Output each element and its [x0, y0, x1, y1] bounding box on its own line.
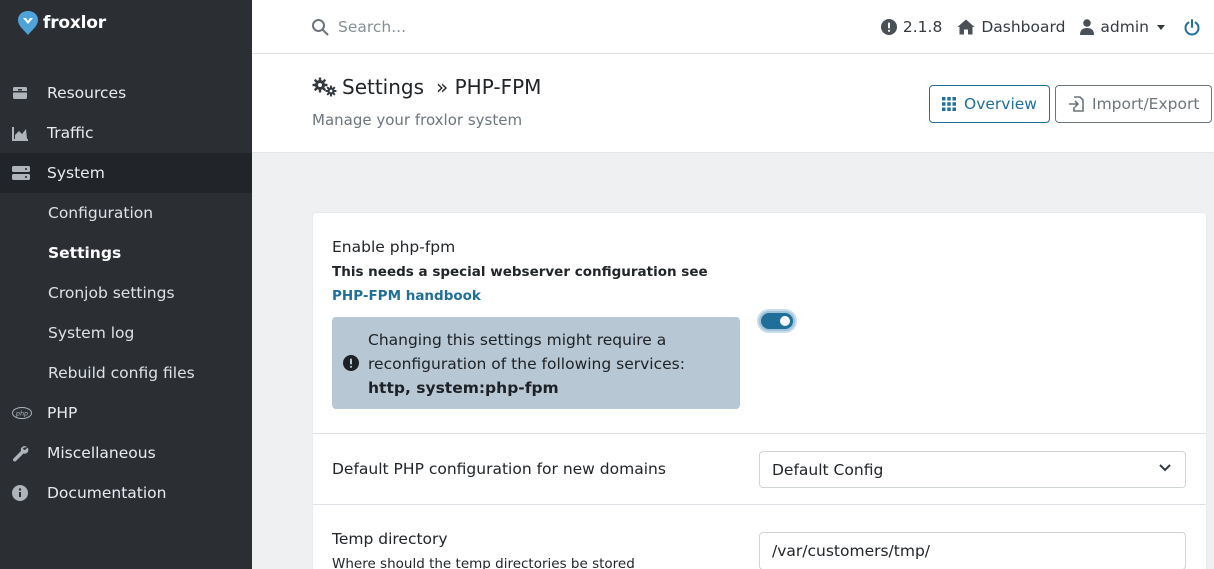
setting-label: Default PHP configuration for new domain… [332, 460, 666, 478]
sidebar-item-system[interactable]: System [0, 153, 252, 193]
search-icon [312, 19, 329, 36]
grid-icon [942, 97, 956, 111]
top-right-menu: 2.1.8 Dashboard admin [880, 12, 1200, 42]
overview-button[interactable]: Overview [929, 85, 1050, 123]
import-export-button[interactable]: Import/Export [1055, 85, 1213, 123]
version-indicator[interactable]: 2.1.8 [880, 18, 943, 36]
user-label: admin [1100, 18, 1149, 36]
dashboard-link[interactable]: Dashboard [957, 18, 1065, 36]
setting-label: Temp directory [332, 530, 448, 548]
svg-text:php: php [15, 410, 28, 418]
sidebar-item-traffic[interactable]: Traffic [0, 113, 252, 153]
reconfiguration-alert: Changing this settings might require a r… [332, 317, 740, 409]
page-title: Settings » PHP-FPM [312, 75, 541, 99]
exclamation-circle-icon [880, 19, 897, 35]
logout-button[interactable] [1184, 18, 1200, 36]
chevron-down-icon [1159, 464, 1171, 472]
cogs-icon [312, 77, 337, 97]
home-icon [957, 19, 975, 35]
sidebar-subitem-configuration[interactable]: Configuration [0, 193, 252, 233]
server-icon [12, 163, 36, 183]
sidebar-subitem-system-log[interactable]: System log [0, 313, 252, 353]
php-icon: php [12, 403, 36, 423]
breadcrumb-current: » PHP-FPM [436, 75, 542, 99]
sidebar-subitem-rebuild-config[interactable]: Rebuild config files [0, 353, 252, 393]
power-icon [1184, 18, 1200, 35]
setting-description: Where should the temp directories be sto… [332, 556, 635, 569]
sidebar-item-label: PHP [47, 404, 78, 422]
user-menu[interactable]: admin [1080, 18, 1165, 36]
sidebar-nav: Resources Traffic System Configuration S… [0, 73, 252, 513]
chart-area-icon [12, 123, 36, 143]
overview-label: Overview [964, 95, 1037, 113]
alert-message: Changing this settings might require a r… [368, 331, 685, 373]
enable-fpm-toggle[interactable] [759, 311, 795, 331]
setting-row-temp-dir: Temp directory Where should the temp dir… [313, 505, 1206, 569]
search-input[interactable] [338, 18, 598, 36]
setting-description: This needs a special webserver configura… [332, 260, 732, 308]
info-circle-icon [12, 483, 36, 503]
handbook-link[interactable]: PHP-FPM handbook [332, 288, 481, 304]
sidebar-item-miscellaneous[interactable]: Miscellaneous [0, 433, 252, 473]
temp-dir-input[interactable] [759, 532, 1186, 569]
default-config-select[interactable]: Default Config [759, 451, 1186, 488]
sidebar-subitem-cronjob-settings[interactable]: Cronjob settings [0, 273, 252, 313]
sidebar: froxlor Resources Traffic System Configu… [0, 0, 252, 569]
sidebar-item-label: Traffic [47, 124, 94, 142]
sidebar-item-php[interactable]: php PHP [0, 393, 252, 433]
exclamation-circle-icon [343, 355, 359, 371]
froxlor-logo-icon [18, 11, 38, 35]
wrench-icon [12, 443, 36, 463]
toggle-knob [780, 316, 790, 326]
sidebar-subitem-settings[interactable]: Settings [0, 233, 252, 273]
alert-services: http, system:php-fpm [368, 379, 559, 397]
top-navbar: 2.1.8 Dashboard admin [252, 0, 1214, 54]
sidebar-item-label: Miscellaneous [47, 444, 156, 462]
setting-description-text: This needs a special webserver configura… [332, 264, 708, 280]
search-box [311, 12, 598, 42]
version-label: 2.1.8 [902, 18, 943, 36]
sidebar-item-label: Resources [47, 84, 127, 102]
setting-row-default-config: Default PHP configuration for new domain… [313, 434, 1206, 505]
chevron-down-icon [1157, 24, 1165, 30]
user-icon [1080, 19, 1095, 35]
sidebar-item-label: System [47, 164, 105, 182]
settings-card: Enable php-fpm This needs a special webs… [312, 212, 1207, 569]
file-import-icon [1069, 96, 1084, 112]
select-value: Default Config [772, 460, 884, 479]
import-export-label: Import/Export [1092, 95, 1200, 113]
sidebar-item-resources[interactable]: Resources [0, 73, 252, 113]
sidebar-item-label: Documentation [47, 484, 167, 502]
alert-text: Changing this settings might require a r… [368, 328, 728, 400]
page-subtitle: Manage your froxlor system [312, 111, 523, 129]
brand-name: froxlor [43, 13, 106, 33]
layers-icon [12, 83, 36, 103]
page-title-text: Settings [342, 75, 425, 99]
dashboard-label: Dashboard [981, 18, 1066, 36]
setting-label: Enable php-fpm [332, 238, 456, 256]
brand-logo[interactable]: froxlor [16, 9, 106, 37]
page-header: Settings » PHP-FPM Manage your froxlor s… [252, 54, 1214, 153]
system-submenu: Configuration Settings Cronjob settings … [0, 193, 252, 393]
setting-row-enable-fpm: Enable php-fpm This needs a special webs… [313, 213, 1206, 434]
sidebar-item-documentation[interactable]: Documentation [0, 473, 252, 513]
